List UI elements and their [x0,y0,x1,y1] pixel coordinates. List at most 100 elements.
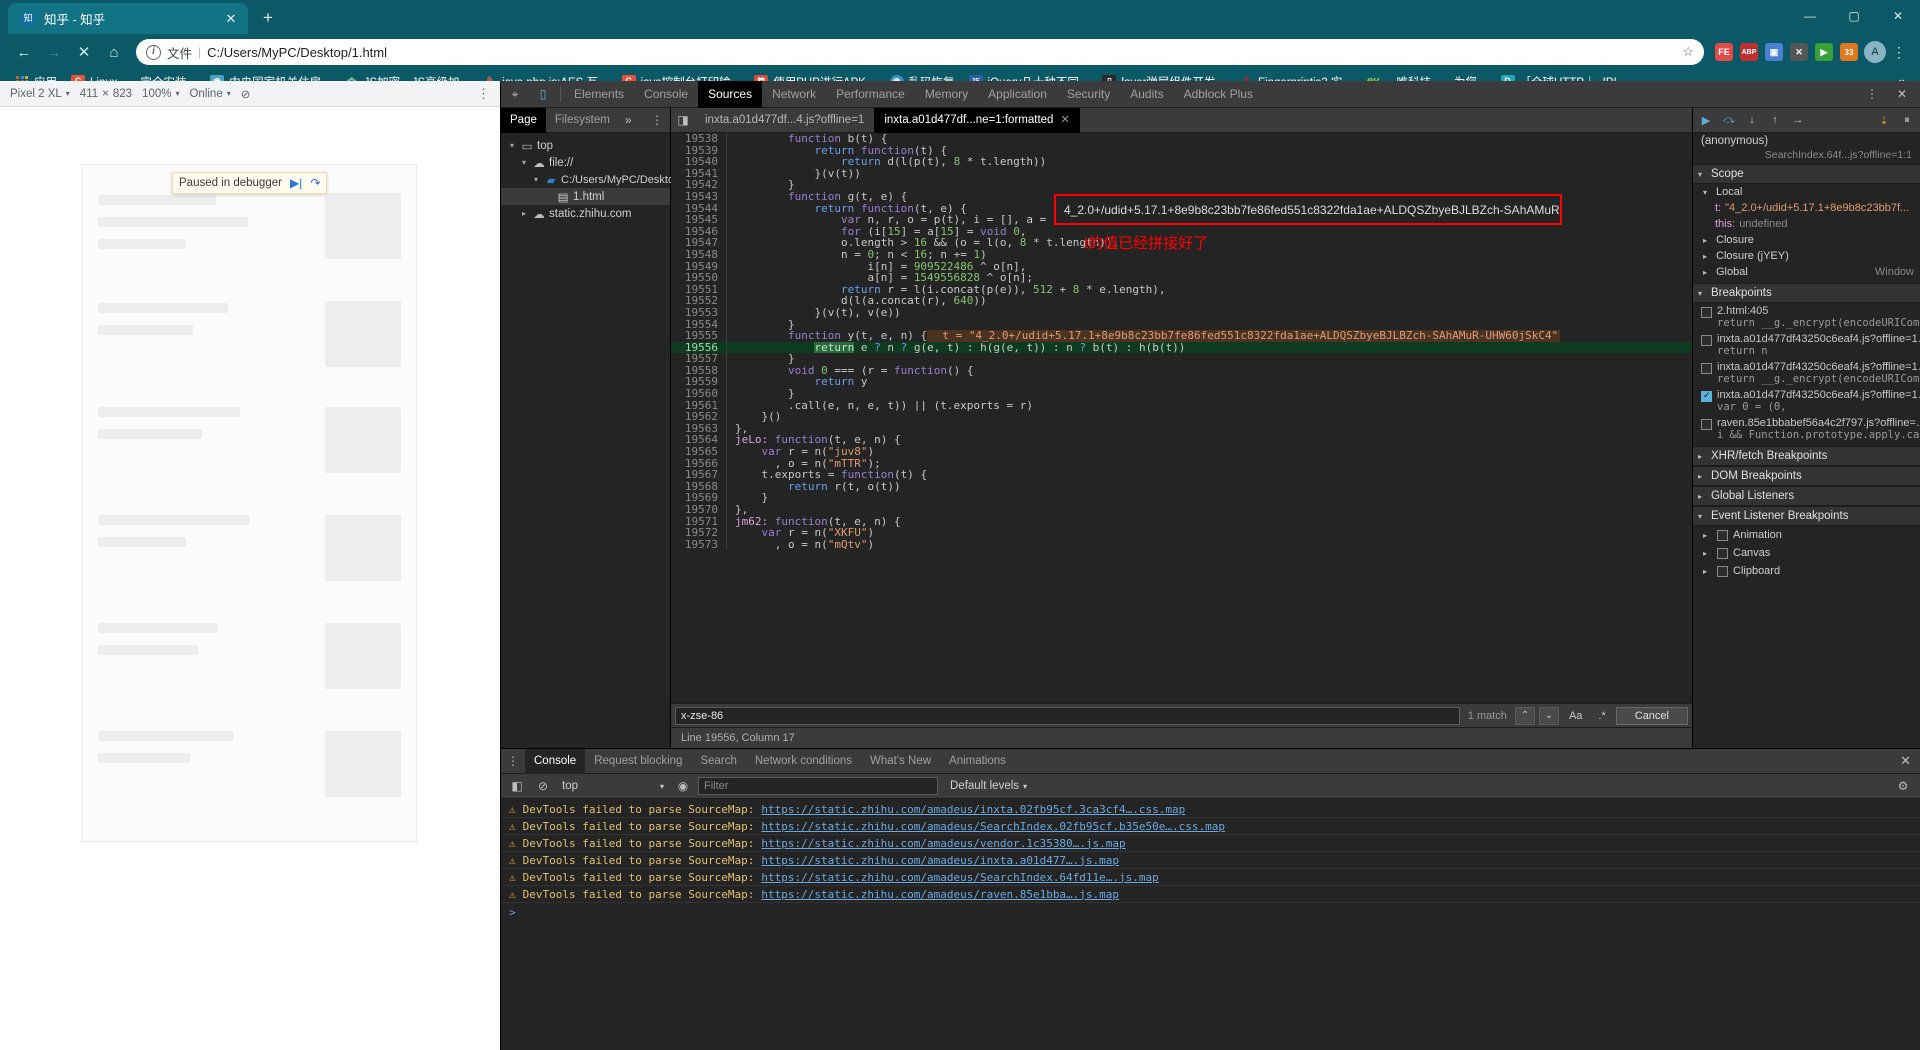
step-button[interactable]: → [1787,109,1809,131]
stop-icon[interactable]: ✕ [70,38,98,66]
code-line[interactable]: 19555 function y(t, e, n) { t = "4_2.0+/… [671,330,1692,342]
chevron-down-icon[interactable]: ▾ [531,175,541,184]
editor-tab-formatted[interactable]: inxta.a01d477df...ne=1:formatted ✕ [874,107,1080,133]
rotate-icon[interactable]: ⊘ [241,87,251,101]
browser-tab[interactable]: 知 知乎 - 知乎 ✕ [8,3,248,34]
code-line[interactable]: 19551 return r = l(i.concat(p(e)), 512 +… [671,284,1692,296]
navigator-tab-page[interactable]: Page [501,107,546,133]
code-line[interactable]: 19562 }() [671,411,1692,423]
zoom-selector[interactable]: 100% ▾ [142,88,179,100]
close-icon[interactable]: ✕ [1060,108,1069,133]
line-number[interactable]: 19538 [671,133,727,145]
event-listener-checkbox[interactable] [1717,547,1728,559]
chevron-down-icon[interactable]: ▾ [507,141,517,150]
code-line[interactable]: 19559 return y [671,376,1692,389]
chevron-down-icon[interactable]: ▾ [519,158,529,167]
scope-group-closure-jyey[interactable]: ▸ Closure (jYEY) [1693,248,1920,264]
console-messages[interactable]: ⚠ DevTools failed to parse SourceMap: ht… [501,799,1920,1050]
code-line[interactable]: 19563}, [671,423,1692,435]
search-cancel-button[interactable]: Cancel [1615,706,1688,725]
match-case-toggle[interactable]: Aa [1563,707,1588,725]
line-number[interactable]: 19548 [671,249,727,261]
code-line[interactable]: 19564 jeLo: function(t, e, n) { [671,434,1692,447]
close-icon[interactable]: ✕ [222,10,240,28]
console-filter-input[interactable] [698,777,938,795]
event-listener-clipboard[interactable]: ▸ Clipboard [1693,562,1920,580]
drawer-tab-console[interactable]: Console [525,748,586,774]
tab-adblock-plus[interactable]: Adblock Plus [1174,81,1263,108]
code-line-executing[interactable]: 19556 return e ? n ? g(e, t) : h(g(e, t)… [671,342,1692,354]
breakpoint-checkbox[interactable] [1701,335,1712,346]
device-height[interactable]: 823 [113,88,132,100]
editor-tab-original[interactable]: inxta.a01d477df...4.js?offline=1 [695,108,874,133]
chevron-right-icon[interactable]: ▸ [1703,549,1712,558]
step-into-button[interactable]: ↓ [1741,109,1763,131]
code-line[interactable]: 19552 d(l(a.concat(r), 640)) [671,295,1692,307]
console-message-link[interactable]: https://static.zhihu.com/amadeus/inxta.0… [761,803,1185,816]
device-width[interactable]: 411 [80,88,98,100]
console-message-link[interactable]: https://static.zhihu.com/amadeus/vendor.… [761,837,1125,850]
event-listener-checkbox[interactable] [1717,529,1728,541]
line-number[interactable]: 19543 [671,191,727,203]
extension-badge-icon[interactable]: 33 [1840,43,1858,61]
line-number[interactable]: 19570 [671,504,727,516]
chrome-menu-icon[interactable]: ⋮ [1888,44,1910,61]
code-line[interactable]: 19570}, [671,504,1692,516]
tree-node-file-scheme[interactable]: ▾ ☁ file:// [501,154,670,171]
extension-fe-icon[interactable]: FE [1715,43,1733,61]
tab-console[interactable]: Console [634,81,698,108]
code-line[interactable]: 19542 } [671,179,1692,191]
code-line[interactable]: 19558 void 0 === (r = function() { [671,365,1692,377]
devtools-close-icon[interactable]: ✕ [1888,81,1916,107]
console-message[interactable]: ⚠ DevTools failed to parse SourceMap: ht… [501,852,1920,869]
console-sidebar-icon[interactable]: ◧ [506,773,528,799]
step-over-button[interactable]: ⤼ [1718,109,1740,131]
scope-variable-this[interactable]: this: undefined [1693,216,1920,232]
code-line[interactable]: 19553 }(v(t), v(e)) [671,307,1692,319]
scope-variable-t[interactable]: t: "4_2.0+/udid+5.17.1+8e9b8c23bb7f... [1693,200,1920,216]
dom-breakpoints-header[interactable]: ▸ DOM Breakpoints [1693,466,1920,486]
resume-script-icon[interactable]: ▶| [290,176,302,190]
code-line[interactable]: 19550 a[n] = 1549556828 ^ o[n]; [671,272,1692,284]
console-message[interactable]: ⚠ DevTools failed to parse SourceMap: ht… [501,835,1920,852]
forward-icon[interactable]: → [40,38,68,66]
drawer-tab-whats-new[interactable]: What's New [861,749,940,774]
callstack-location[interactable]: SearchIndex.64f...js?offline=1:1 [1693,149,1920,164]
console-message[interactable]: ⚠ DevTools failed to parse SourceMap: ht… [501,869,1920,886]
code-line[interactable]: 19561 .call(e, n, e, t)) || (t.exports =… [671,400,1692,412]
drawer-tab-network-conditions[interactable]: Network conditions [746,749,861,774]
breakpoint-checkbox[interactable] [1701,363,1712,374]
console-message-link[interactable]: https://static.zhihu.com/amadeus/inxta.a… [761,854,1119,867]
event-listener-checkbox[interactable] [1717,565,1728,577]
tab-security[interactable]: Security [1057,81,1120,108]
tree-node-static-zhihu[interactable]: ▸ ☁ static.zhihu.com [501,205,670,222]
device-selector[interactable]: Pixel 2 XL ▾ [10,88,70,100]
line-number[interactable]: 19573 [671,539,727,551]
tab-performance[interactable]: Performance [826,81,915,108]
code-line[interactable]: 19541 }(v(t)) [671,168,1692,180]
console-message-link[interactable]: https://static.zhihu.com/amadeus/SearchI… [761,820,1225,833]
device-toolbar-toggle-icon[interactable]: ▯ [529,81,557,107]
breakpoint-checkbox[interactable] [1701,419,1712,430]
tab-application[interactable]: Application [978,81,1057,108]
code-line[interactable]: 19549 i[n] = 909522486 ^ o[n], [671,260,1692,273]
breakpoint-item[interactable]: inxta.a01d477df43250c6eaf4.js?offline=1…… [1693,387,1920,415]
event-listener-animation[interactable]: ▸ Animation [1693,526,1920,544]
clear-console-icon[interactable]: ⊘ [532,773,554,799]
window-close-icon[interactable]: ✕ [1876,0,1920,32]
minimize-icon[interactable]: — [1788,0,1832,32]
tab-memory[interactable]: Memory [915,81,978,108]
console-prompt[interactable]: > [501,903,1920,922]
chevron-right-icon[interactable]: ▸ [1703,567,1712,576]
scope-group-global[interactable]: ▸ Global Window [1693,264,1920,280]
deactivate-breakpoints-button[interactable]: ⇣ [1873,109,1895,131]
code-line[interactable]: 19571 jm62: function(t, e, n) { [671,515,1692,528]
tree-node-top[interactable]: ▾ ▭ top [501,137,670,154]
code-line[interactable]: 19560 } [671,388,1692,400]
line-number[interactable]: 19550 [671,272,727,284]
live-expression-icon[interactable]: ◉ [672,773,694,799]
console-message[interactable]: ⚠ DevTools failed to parse SourceMap: ht… [501,801,1920,818]
code-line[interactable]: 19568 return r(t, o(t)) [671,481,1692,493]
line-number[interactable]: 19565 [671,446,727,458]
extension-abp-icon[interactable]: ABP [1740,43,1758,61]
